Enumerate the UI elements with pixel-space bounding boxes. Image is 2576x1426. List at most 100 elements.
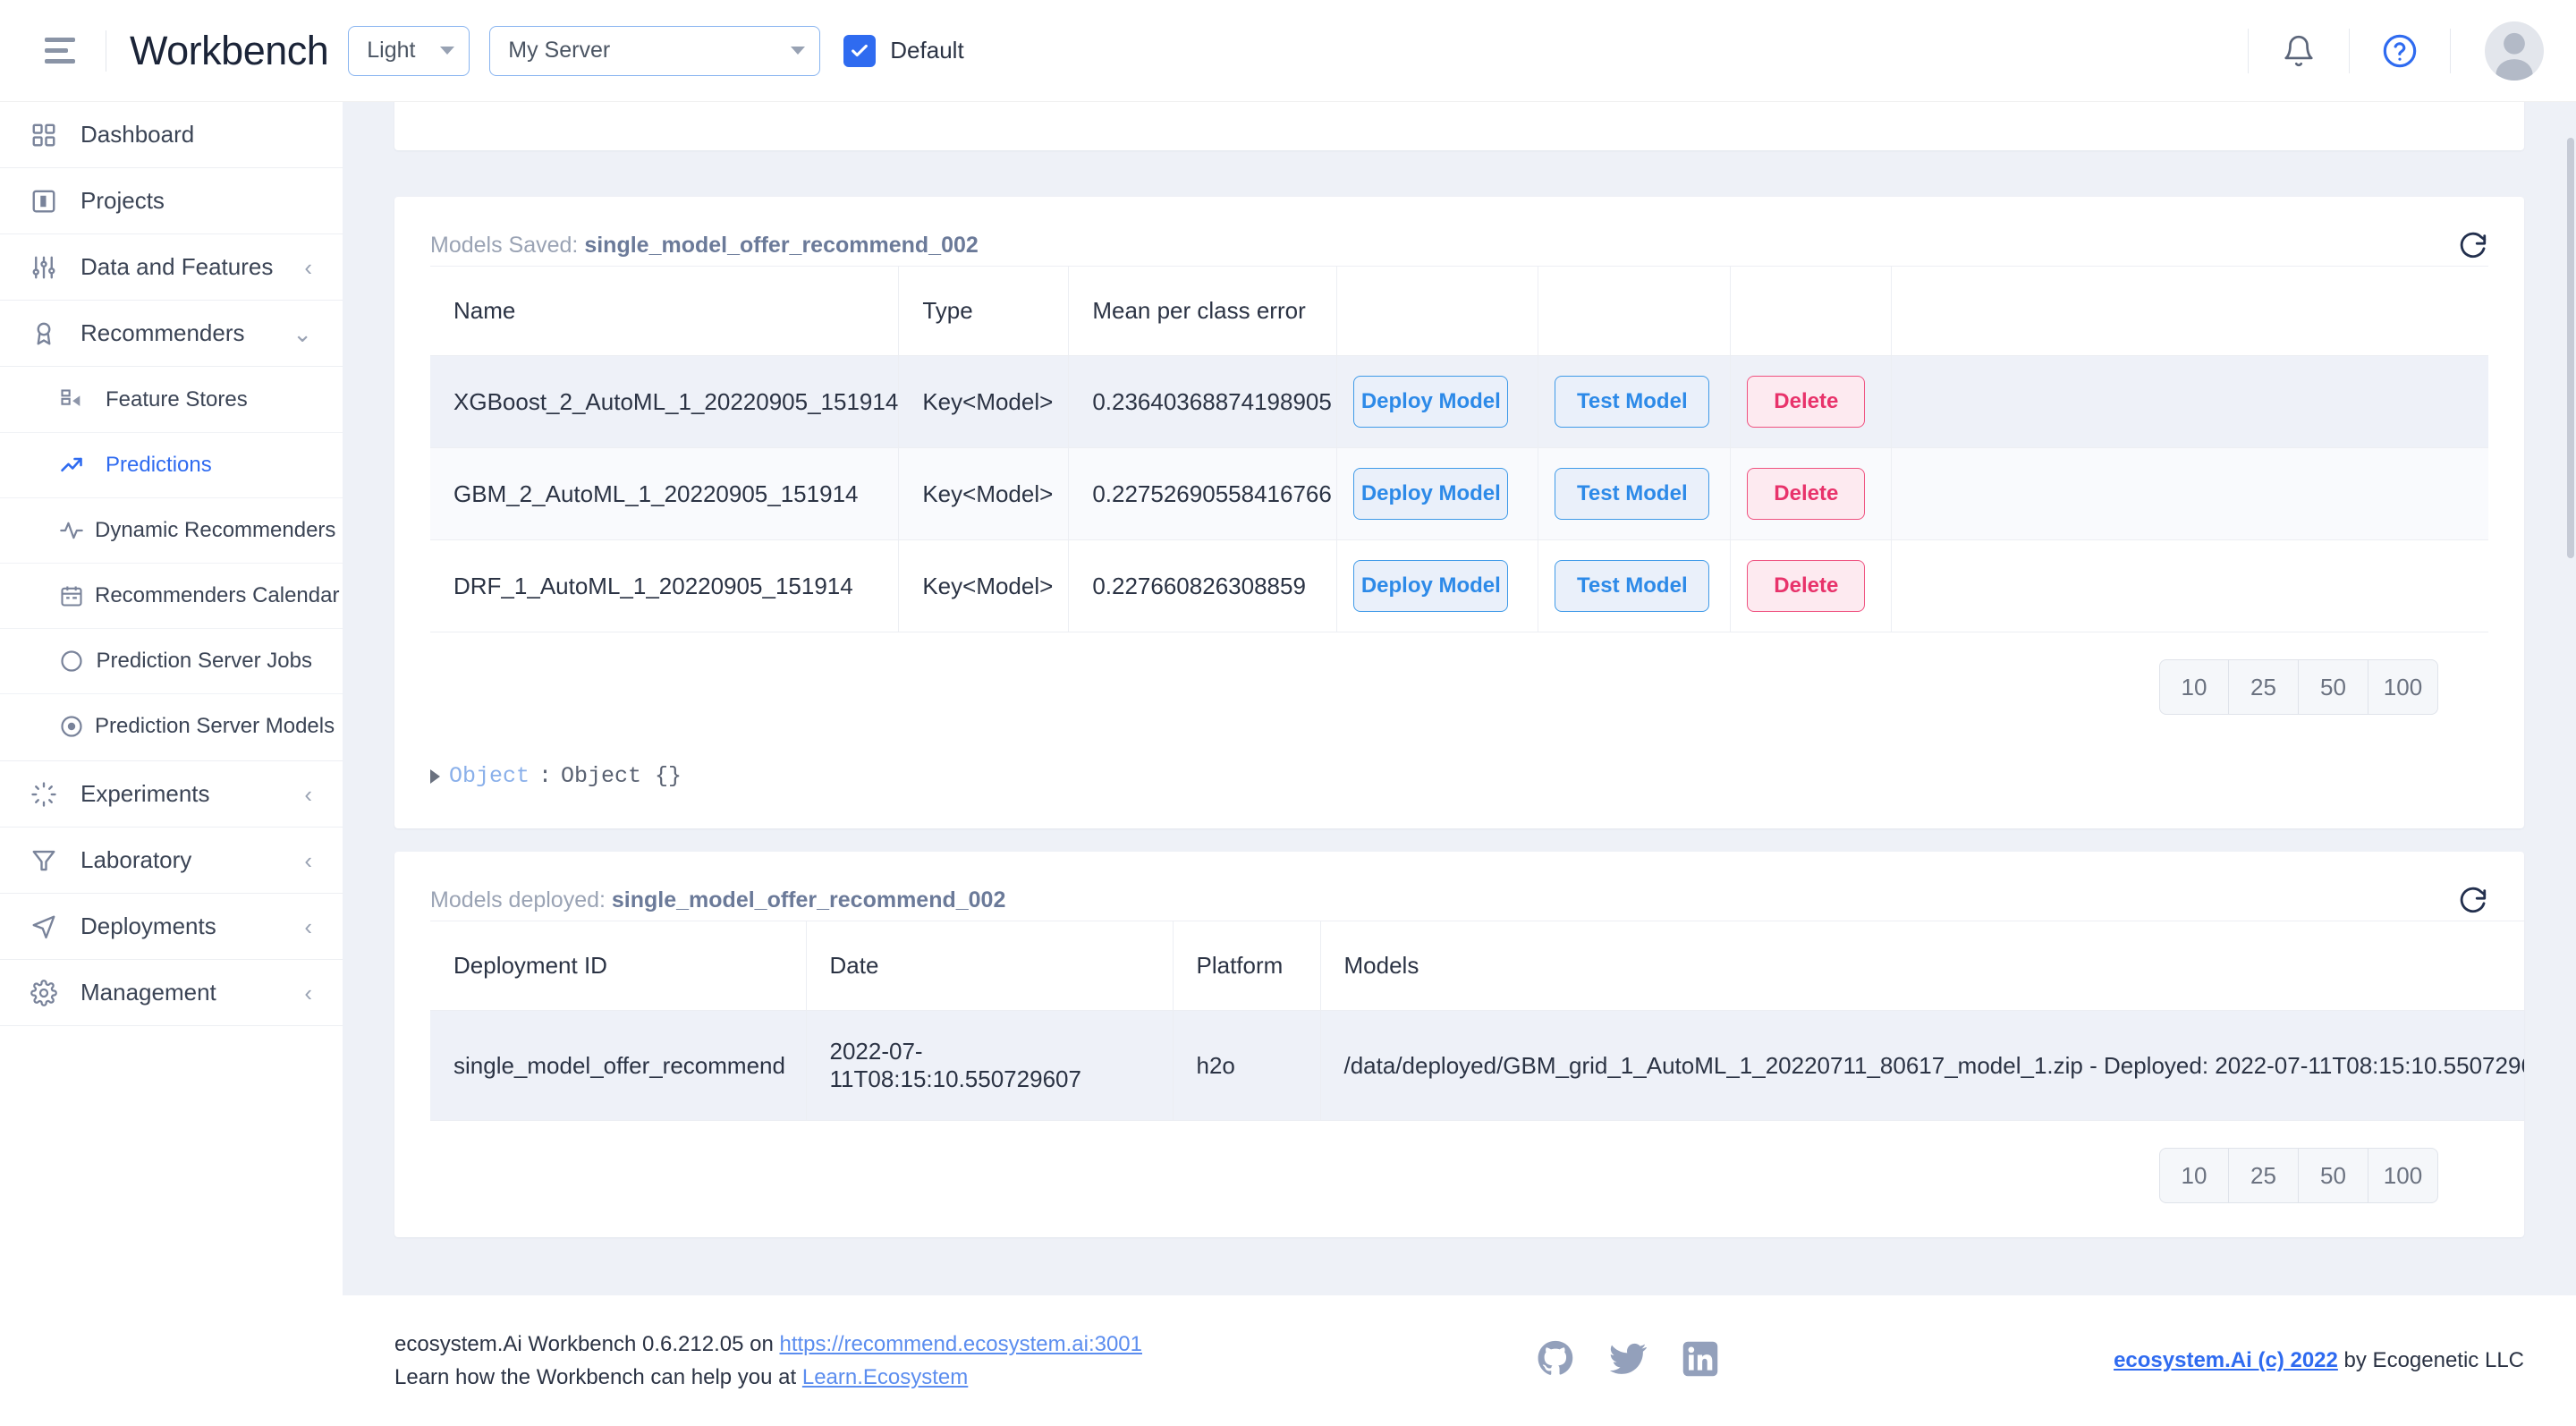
footer-server-link[interactable]: https://recommend.ecosystem.ai:3001 xyxy=(779,1332,1142,1356)
page-size-25[interactable]: 25 xyxy=(2229,659,2299,715)
column-header-spacer xyxy=(1892,267,2488,356)
footer-line-1: ecosystem.Ai Workbench 0.6.212.05 on htt… xyxy=(394,1328,1142,1361)
page-size-50[interactable]: 50 xyxy=(2299,659,2368,715)
sidebar-item-prediction-server-models[interactable]: Prediction Server Models xyxy=(0,693,343,759)
row-spacer xyxy=(1892,448,2488,540)
sidebar-item-label: Predictions xyxy=(106,453,212,478)
table-row: DRF_1_AutoML_1_20220905_151914 Key<Model… xyxy=(430,540,2488,632)
model-name-link[interactable]: DRF_1_AutoML_1_20220905_151914 xyxy=(430,540,899,632)
linkedin-icon[interactable] xyxy=(1682,1340,1719,1382)
row-spacer xyxy=(1892,356,2488,448)
footer-learn-text: Learn how the Workbench can help you at xyxy=(394,1365,802,1389)
page-scrollbar[interactable] xyxy=(2565,102,2576,1426)
page-size-25[interactable]: 25 xyxy=(2229,1148,2299,1203)
object-value: Object {} xyxy=(561,763,682,789)
sidebar-item-recommenders[interactable]: Recommenders ⌄ xyxy=(0,301,343,367)
activity-icon xyxy=(59,518,84,543)
chevron-left-icon: ‹ xyxy=(304,783,312,806)
footer-version-text: ecosystem.Ai Workbench 0.6.212.05 on xyxy=(394,1332,779,1356)
test-cell: Test Model xyxy=(1538,540,1731,632)
column-header-name: Name xyxy=(430,267,899,356)
model-error: 0.227660826308859 xyxy=(1069,540,1337,632)
sidebar-item-deployments[interactable]: Deployments ‹ xyxy=(0,894,343,960)
chevron-left-icon: ‹ xyxy=(304,256,312,279)
grid-icon xyxy=(30,122,68,149)
footer-right: ecosystem.Ai (c) 2022 by Ecogenetic LLC xyxy=(2114,1348,2524,1373)
models-deployed-table-wrap: Deployment ID Date Platform Models singl… xyxy=(394,921,2524,1121)
deploy-model-button[interactable]: Deploy Model xyxy=(1353,560,1508,612)
footer-copyright-link[interactable]: ecosystem.Ai (c) 2022 xyxy=(2114,1348,2338,1372)
object-inspector-line: Object : Object {} xyxy=(394,749,2524,828)
test-model-button[interactable]: Test Model xyxy=(1555,560,1709,612)
sidebar-item-management[interactable]: Management ‹ xyxy=(0,960,343,1026)
scrollbar-thumb[interactable] xyxy=(2567,138,2574,558)
refresh-icon[interactable] xyxy=(2458,197,2524,266)
sidebar-item-feature-stores[interactable]: Feature Stores xyxy=(0,367,343,432)
avatar[interactable] xyxy=(2485,21,2544,81)
column-header-platform: Platform xyxy=(1173,921,1320,1011)
sidebar-item-dynamic-recommenders[interactable]: Dynamic Recommenders xyxy=(0,497,343,563)
deployment-platform: h2o xyxy=(1173,1011,1320,1121)
sidebar-item-prediction-server-jobs[interactable]: Prediction Server Jobs xyxy=(0,628,343,693)
sidebar-item-recommenders-calendar[interactable]: Recommenders Calendar xyxy=(0,563,343,628)
delete-button[interactable]: Delete xyxy=(1747,376,1865,428)
page-size-10[interactable]: 10 xyxy=(2159,659,2229,715)
theme-select[interactable]: Light xyxy=(348,26,470,76)
model-type: Key<Model> xyxy=(899,540,1069,632)
help-circle-icon[interactable] xyxy=(2377,28,2423,74)
model-name-link[interactable]: GBM_2_AutoML_1_20220905_151914 xyxy=(430,448,899,540)
test-model-button[interactable]: Test Model xyxy=(1555,376,1709,428)
footer-learn-link[interactable]: Learn.Ecosystem xyxy=(802,1365,968,1389)
column-header-mean-per-class-error: Mean per class error xyxy=(1069,267,1337,356)
sidebar-item-predictions[interactable]: Predictions xyxy=(0,432,343,497)
deploy-model-button[interactable]: Deploy Model xyxy=(1353,376,1508,428)
sidebar-item-experiments[interactable]: Experiments ‹ xyxy=(0,761,343,828)
server-select-value: My Server xyxy=(508,38,610,64)
sidebar-item-label: Recommenders Calendar xyxy=(95,583,339,608)
footer-social-links xyxy=(1537,1339,1719,1383)
deploy-model-button[interactable]: Deploy Model xyxy=(1353,468,1508,520)
delete-cell: Delete xyxy=(1731,448,1892,540)
page-size-10[interactable]: 10 xyxy=(2159,1148,2229,1203)
sidebar-item-projects[interactable]: Projects xyxy=(0,168,343,234)
page-size-100[interactable]: 100 xyxy=(2368,659,2438,715)
model-name-link[interactable]: XGBoost_2_AutoML_1_20220905_151914 xyxy=(430,356,899,448)
column-header-date: Date xyxy=(806,921,1173,1011)
test-cell: Test Model xyxy=(1538,448,1731,540)
sidebar-item-data-and-features[interactable]: Data and Features ‹ xyxy=(0,234,343,301)
test-model-button[interactable]: Test Model xyxy=(1555,468,1709,520)
models-deployed-title-value: single_model_offer_recommend_002 xyxy=(612,887,1005,912)
column-header-deployment-id: Deployment ID xyxy=(430,921,806,1011)
github-icon[interactable] xyxy=(1537,1340,1574,1382)
spinner-icon xyxy=(30,781,68,808)
twitter-icon[interactable] xyxy=(1608,1339,1648,1383)
models-saved-title-prefix: Models Saved: xyxy=(430,233,584,258)
deploy-cell: Deploy Model xyxy=(1337,540,1538,632)
refresh-icon[interactable] xyxy=(2458,852,2524,921)
notifications-bell-icon[interactable] xyxy=(2275,28,2322,74)
trending-up-icon xyxy=(59,453,95,478)
delete-button[interactable]: Delete xyxy=(1747,560,1865,612)
deploy-cell: Deploy Model xyxy=(1337,448,1538,540)
default-checkbox[interactable] xyxy=(843,35,876,67)
deployment-id: single_model_offer_recommend xyxy=(430,1011,806,1121)
server-select[interactable]: My Server xyxy=(489,26,820,76)
sidebar-item-label: Feature Stores xyxy=(106,387,248,412)
models-deployed-title-prefix: Models deployed: xyxy=(430,887,612,912)
sidebar-item-dashboard[interactable]: Dashboard xyxy=(0,102,343,168)
table-header-row: Name Type Mean per class error xyxy=(430,267,2488,356)
page-size-100[interactable]: 100 xyxy=(2368,1148,2438,1203)
disclosure-triangle-icon[interactable] xyxy=(430,769,440,784)
chevron-down-icon: ⌄ xyxy=(292,322,312,345)
deployment-models-path: /data/deployed/GBM_grid_1_AutoML_1_20220… xyxy=(1320,1011,2524,1121)
sidebar-item-laboratory[interactable]: Laboratory ‹ xyxy=(0,828,343,894)
models-saved-pagination: 10 25 50 100 xyxy=(394,632,2524,749)
menu-toggle-icon[interactable] xyxy=(45,32,82,70)
feature-store-icon xyxy=(59,387,95,412)
default-checkbox-label: Default xyxy=(890,37,963,64)
models-saved-card: Models Saved: single_model_offer_recomme… xyxy=(394,197,2524,828)
sidebar-item-label: Deployments xyxy=(80,912,216,940)
page-size-50[interactable]: 50 xyxy=(2299,1148,2368,1203)
delete-button[interactable]: Delete xyxy=(1747,468,1865,520)
object-key[interactable]: Object xyxy=(449,763,530,789)
